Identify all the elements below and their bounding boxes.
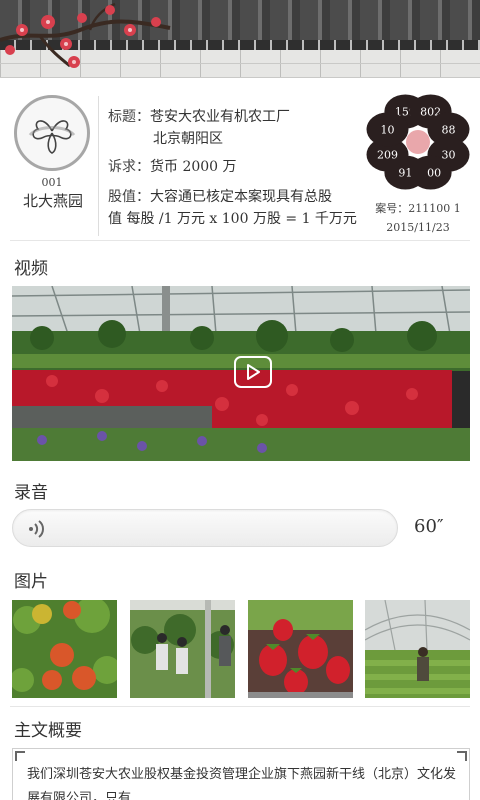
- section-divider: [10, 240, 470, 241]
- case-number-label: 案号：: [375, 202, 409, 215]
- strawberry-photo[interactable]: [248, 600, 353, 698]
- title-label: 标题：: [108, 109, 150, 125]
- project-name: 北大燕园: [22, 192, 83, 210]
- case-info: 案号：211100 1 2015/11/23: [360, 199, 476, 237]
- header-banner: [0, 0, 480, 78]
- flower-petal-value: 10: [381, 123, 395, 136]
- case-number: 211100 1: [408, 202, 461, 215]
- visitors-image: [130, 600, 235, 698]
- equity-line2: 值 每股 /1 万元 x 100 万股 = 1 千万元: [108, 211, 357, 227]
- demand-label: 诉求：: [108, 159, 150, 175]
- play-icon: [247, 364, 260, 380]
- rating-flower: 159 80288301009120910: [366, 94, 470, 190]
- title-line1: 苍安大农业有机农工厂: [150, 109, 290, 125]
- case-date: 2015/11/23: [386, 221, 450, 234]
- audio-section-title: 录音: [14, 483, 48, 503]
- flower-center: [406, 130, 430, 154]
- flower-petal-value: 91: [398, 166, 412, 179]
- project-number: 001: [41, 176, 63, 189]
- title-line2: 北京朝阳区: [153, 131, 223, 147]
- equity-label: 股值：: [108, 189, 150, 205]
- divider: [98, 96, 99, 236]
- strawberry-image: [248, 600, 353, 698]
- summary-box: 我们深圳苍安大农业股权基金投资管理企业旗下燕园新干线（北京）文化发展有限公司，只…: [12, 748, 470, 800]
- tomato-image: [12, 600, 117, 698]
- corner-ornament: [457, 751, 467, 761]
- section-divider: [10, 706, 470, 707]
- video-section-title: 视频: [14, 259, 48, 279]
- corner-ornament: [15, 751, 25, 761]
- title-row: 标题：苍安大农业有机农工厂: [108, 106, 290, 128]
- tomato-photo[interactable]: [12, 600, 117, 698]
- video-player[interactable]: [12, 286, 470, 461]
- sound-wave-icon: [29, 520, 44, 538]
- demand-row: 诉求：货币 2000 万: [108, 156, 237, 178]
- flower-petal-value: 209: [377, 149, 398, 162]
- visitors-photo[interactable]: [130, 600, 235, 698]
- clover-logo-icon: [28, 120, 76, 154]
- play-button[interactable]: [234, 356, 272, 388]
- demand-value: 货币 2000 万: [150, 159, 237, 175]
- summary-section-title: 主文概要: [14, 721, 82, 741]
- greenhouse-worker-photo[interactable]: [365, 600, 470, 698]
- flower-petal-value: 88: [441, 123, 455, 136]
- audio-duration: 60″: [414, 516, 444, 537]
- summary-text: 我们深圳苍安大农业股权基金投资管理企业旗下燕园新干线（北京）文化发展有限公司，只…: [27, 767, 457, 800]
- project-logo: [14, 95, 90, 171]
- equity-line1: 大容通已核定本案现具有总股: [150, 189, 332, 205]
- audio-player[interactable]: [12, 509, 398, 547]
- equity-row: 股值：大容通已核定本案现具有总股: [108, 186, 332, 208]
- plum-blossom-icon: [0, 2, 171, 68]
- case-number-row: 案号：211100 1: [360, 199, 476, 218]
- photos-section-title: 图片: [14, 572, 48, 592]
- greenhouse-worker-image: [365, 600, 470, 698]
- project-info: 001 北大燕园 标题：苍安大农业有机农工厂 北京朝阳区 诉求：货币 2000 …: [0, 88, 480, 238]
